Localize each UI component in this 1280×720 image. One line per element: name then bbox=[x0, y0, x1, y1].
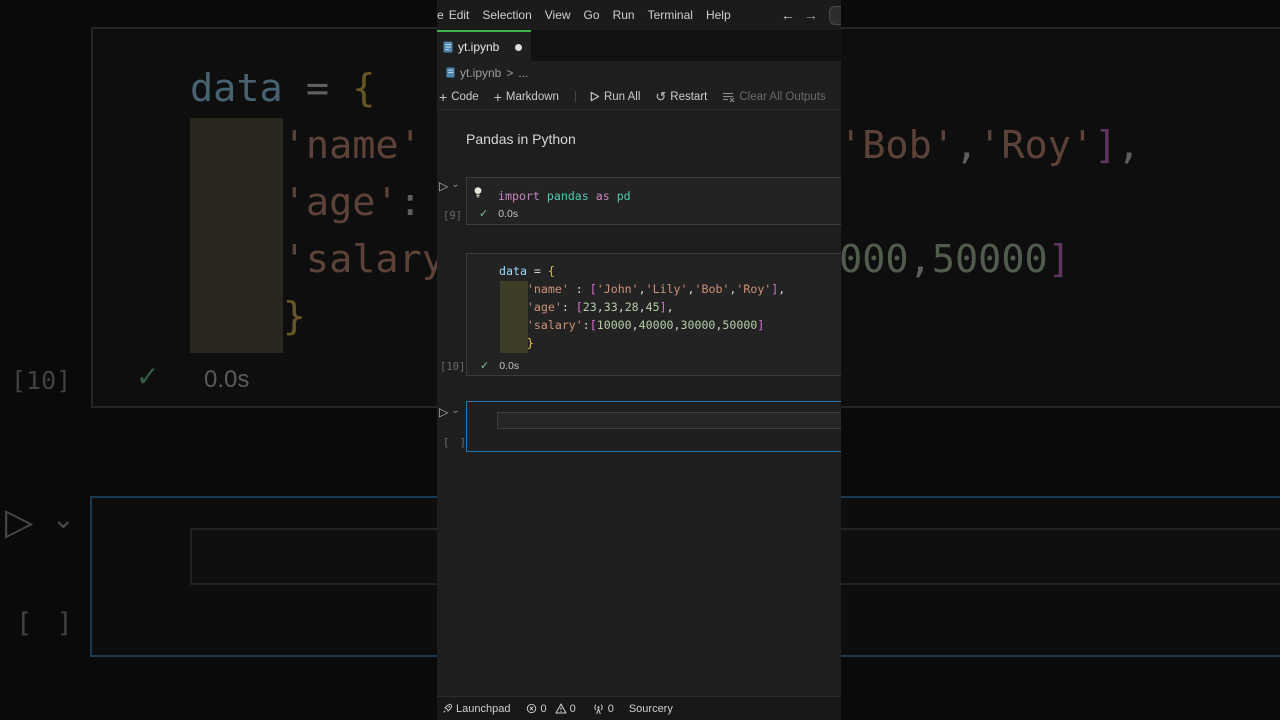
menu-bar: e Edit Selection View Go Run Terminal He… bbox=[437, 0, 841, 30]
menu-item-terminal[interactable]: Terminal bbox=[648, 8, 693, 22]
empty-code-editor[interactable] bbox=[497, 412, 841, 429]
errors-indicator[interactable]: 0 bbox=[526, 703, 547, 715]
tab-yt-ipynb[interactable]: yt.ipynb bbox=[437, 30, 531, 61]
back-arrow-icon[interactable]: ← bbox=[781, 7, 795, 23]
status-bar: Launchpad 0 0 0 Sourcery bbox=[437, 697, 841, 720]
forward-arrow-icon[interactable]: → bbox=[804, 7, 818, 23]
restart-button[interactable]: ↺ Restart bbox=[655, 89, 707, 105]
execution-duration: 0.0s bbox=[499, 359, 520, 372]
chevron-down-icon: ⌄ bbox=[451, 179, 460, 190]
breadcrumb-separator: > bbox=[506, 65, 514, 80]
background-empty-execution-count: [ ] bbox=[16, 608, 77, 639]
code-cell-empty-focused[interactable] bbox=[466, 401, 841, 452]
code-editor[interactable]: data = { 'name' : ['John','Lily','Bob','… bbox=[499, 262, 785, 352]
vscode-window: e Edit Selection View Go Run Terminal He… bbox=[437, 0, 841, 720]
toolbar-separator: | bbox=[573, 90, 577, 103]
clear-all-outputs-button[interactable]: Clear All Outputs bbox=[722, 91, 826, 103]
ports-indicator[interactable]: 0 bbox=[592, 703, 614, 715]
execution-count: [10] bbox=[440, 361, 466, 373]
sourcery-button[interactable]: Sourcery bbox=[629, 703, 673, 715]
warnings-indicator[interactable]: 0 bbox=[555, 703, 576, 715]
background-execution-count: [10] bbox=[11, 366, 72, 395]
command-search-box[interactable] bbox=[829, 6, 841, 25]
menu-item-view[interactable]: View bbox=[545, 8, 571, 22]
execution-count: [ ] bbox=[443, 437, 468, 449]
restart-icon: ↺ bbox=[655, 88, 667, 104]
notebook-toolbar: + Code + Markdown | Run All ↺ Restart Cl… bbox=[437, 84, 841, 110]
notebook-content: Pandas in Python ▷ ⌄ [9] import pandas a… bbox=[437, 110, 841, 696]
run-cell-button[interactable]: ▷ ⌄ bbox=[439, 179, 460, 193]
tab-bar: yt.ipynb bbox=[437, 30, 841, 61]
warning-icon bbox=[555, 703, 567, 714]
markdown-cell-heading[interactable]: Pandas in Python bbox=[466, 131, 576, 147]
background-run-icon: ▷ bbox=[5, 501, 34, 542]
run-all-icon bbox=[590, 91, 600, 102]
error-icon bbox=[527, 703, 537, 714]
plus-icon: + bbox=[493, 88, 502, 105]
code-editor[interactable]: import pandas as pd bbox=[498, 187, 631, 205]
tab-label: yt.ipynb bbox=[458, 39, 500, 54]
menu-item-go[interactable]: Go bbox=[584, 8, 600, 22]
rocket-icon bbox=[443, 703, 452, 713]
run-icon: ▷ bbox=[439, 179, 449, 193]
cell-status: ✓ 0.0s bbox=[480, 359, 520, 373]
notebook-file-icon bbox=[443, 41, 453, 52]
run-all-button[interactable]: Run All bbox=[589, 91, 640, 103]
broadcast-tower-icon bbox=[593, 703, 603, 714]
success-check-icon: ✓ bbox=[479, 208, 489, 220]
background-check-icon: ✓ bbox=[136, 361, 160, 392]
modified-dot-icon[interactable] bbox=[515, 44, 522, 51]
add-markdown-cell-button[interactable]: + Markdown bbox=[493, 88, 559, 105]
notebook-file-icon bbox=[446, 67, 455, 78]
execution-count: [9] bbox=[443, 210, 462, 222]
menu-item-run[interactable]: Run bbox=[613, 8, 635, 22]
background-chevron-down-icon: ⌄ bbox=[52, 504, 75, 534]
breadcrumb-ellipsis[interactable]: ... bbox=[518, 66, 528, 80]
background-duration: 0.0s bbox=[204, 366, 250, 393]
code-cell-import[interactable]: import pandas as pd ✓ 0.0s bbox=[466, 177, 841, 225]
add-code-cell-button[interactable]: + Code bbox=[439, 88, 479, 105]
launchpad-button[interactable]: Launchpad bbox=[442, 703, 510, 715]
menu-item-help[interactable]: Help bbox=[706, 8, 731, 22]
cell-status: ✓ 0.0s bbox=[479, 207, 519, 221]
breadcrumb: yt.ipynb > ... bbox=[437, 61, 841, 84]
run-cell-button[interactable]: ▷ ⌄ bbox=[439, 405, 460, 419]
success-check-icon: ✓ bbox=[480, 360, 490, 372]
lightbulb-icon[interactable] bbox=[473, 186, 483, 200]
breadcrumb-file[interactable]: yt.ipynb bbox=[460, 66, 501, 80]
plus-icon: + bbox=[439, 88, 448, 105]
run-icon: ▷ bbox=[439, 405, 449, 419]
menu-item-selection[interactable]: Selection bbox=[482, 8, 531, 22]
chevron-down-icon: ⌄ bbox=[451, 405, 460, 416]
code-cell-data-dict[interactable]: data = { 'name' : ['John','Lily','Bob','… bbox=[466, 253, 841, 376]
menu-item-file-clipped[interactable]: e bbox=[437, 8, 444, 22]
execution-duration: 0.0s bbox=[498, 207, 519, 220]
clear-all-outputs-icon bbox=[723, 92, 735, 102]
menu-item-edit[interactable]: Edit bbox=[449, 8, 470, 22]
